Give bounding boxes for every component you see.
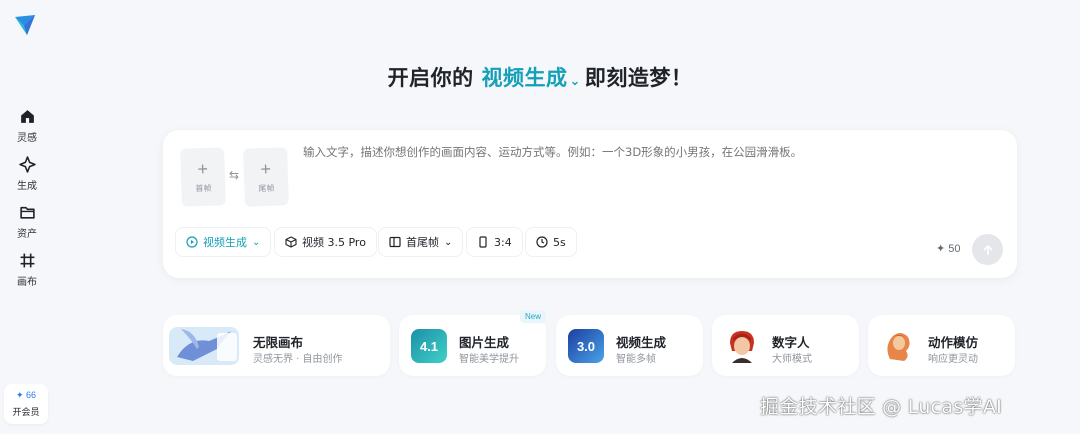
credit-cost-value: 50: [948, 243, 961, 255]
pegasus-thumbnail: [169, 327, 239, 365]
image-gen-version: 4.1: [419, 338, 439, 354]
mode-selector[interactable]: 视频生成: [481, 66, 567, 90]
first-frame-label: 首帧: [195, 183, 212, 194]
card-title: 图片生成: [459, 335, 510, 350]
sidebar-item-generate[interactable]: 生成: [4, 156, 50, 196]
video-gen-thumbnail: 3.0: [568, 329, 604, 363]
chevron-down-icon[interactable]: ⌄: [569, 74, 580, 89]
watermark: 掘金技术社区 @ Lucas学AI: [760, 396, 1003, 418]
mode-dropdown-label: 视频生成: [203, 236, 247, 249]
last-frame-upload[interactable]: + 尾帧: [243, 147, 289, 207]
card-subtitle: 大师模式: [772, 354, 812, 365]
card-title: 数字人: [772, 335, 810, 350]
sparkle-icon: [18, 156, 36, 173]
frames-dropdown-label: 首尾帧: [406, 236, 439, 249]
sidebar-item-label: 灵感: [17, 133, 37, 144]
new-badge: New: [520, 310, 547, 323]
card-subtitle: 智能多帧: [616, 354, 656, 365]
duration-label: 5s: [553, 235, 566, 249]
first-frame-upload[interactable]: + 首帧: [180, 147, 226, 207]
mode-dropdown[interactable]: 视频生成 ⌄: [175, 227, 272, 257]
sidebar-item-inspiration[interactable]: 灵感: [4, 108, 50, 148]
video-gen-version: 3.0: [576, 338, 596, 354]
prompt-composer: + 首帧 ⇆ + 尾帧 视频生成 ⌄ 视频 3.5 Pro 首尾帧 ⌄ 3:4 …: [163, 130, 1017, 278]
digital-human-thumbnail: [730, 331, 754, 363]
credit-cost: ✦ 50: [936, 242, 961, 255]
folder-icon: [19, 206, 35, 219]
phone-ratio-icon: [479, 236, 487, 248]
prompt-input[interactable]: [303, 145, 993, 159]
canvas-icon: [20, 253, 34, 268]
sidebar-item-label: 生成: [17, 181, 37, 192]
image-gen-thumbnail: 4.1: [411, 329, 447, 363]
motion-mimic-thumbnail: [887, 333, 910, 361]
model-selector-label: 视频 3.5 Pro: [302, 236, 366, 249]
sidebar-item-label: 画布: [17, 277, 37, 288]
credit-icon: ✦: [936, 243, 946, 255]
video-mode-icon: [186, 236, 198, 248]
page-title: 开启你的 视频生成 ⌄ 即刻造梦！: [0, 62, 1080, 92]
membership-button[interactable]: ✦ 66 开会员: [4, 384, 48, 424]
frames-dropdown[interactable]: 首尾帧 ⌄: [378, 227, 464, 257]
sidebar-item-canvas[interactable]: 画布: [4, 252, 50, 292]
card-title: 视频生成: [616, 335, 667, 350]
clock-icon: [536, 236, 548, 248]
feature-card-video-gen[interactable]: 3.0 视频生成 智能多帧: [556, 315, 703, 376]
feature-card-infinite-canvas[interactable]: 无限画布 灵感无界 · 自由创作: [163, 315, 390, 376]
home-icon: [20, 110, 34, 123]
feature-card-image-gen[interactable]: New 4.1 图片生成 智能美学提升: [399, 310, 547, 376]
duration-selector[interactable]: 5s: [525, 227, 577, 257]
model-selector[interactable]: 视频 3.5 Pro: [274, 227, 377, 257]
sidebar-item-label: 资产: [17, 229, 37, 240]
feature-card-digital-human[interactable]: 数字人 大师模式: [712, 315, 859, 376]
swap-icon[interactable]: ⇆: [229, 168, 239, 182]
send-button[interactable]: [972, 234, 1003, 265]
card-subtitle: 智能美学提升: [459, 354, 519, 365]
arrow-up-icon: [983, 244, 992, 255]
aspect-ratio-label: 3:4: [494, 235, 512, 249]
plus-icon: +: [197, 158, 209, 180]
card-subtitle: 响应更灵动: [928, 354, 978, 365]
card-title: 无限画布: [253, 335, 304, 350]
sidebar-item-assets[interactable]: 资产: [4, 204, 50, 244]
member-label: 开会员: [12, 407, 40, 417]
aspect-ratio-selector[interactable]: 3:4: [466, 227, 523, 257]
frames-icon: [389, 236, 401, 248]
cube-icon: [285, 236, 297, 248]
feature-card-motion-mimic[interactable]: 动作模仿 响应更灵动: [868, 315, 1015, 376]
last-frame-label: 尾帧: [258, 183, 275, 194]
member-credit-count: ✦ 66: [15, 390, 37, 400]
card-title: 动作模仿: [928, 335, 979, 350]
logo-icon[interactable]: [13, 13, 37, 37]
plus-icon: +: [260, 158, 272, 180]
chevron-down-icon: ⌄: [252, 236, 261, 248]
title-suffix: 即刻造梦！: [584, 66, 693, 90]
title-prefix: 开启你的: [387, 66, 474, 90]
card-subtitle: 灵感无界 · 自由创作: [253, 354, 343, 365]
chevron-down-icon: ⌄: [444, 236, 453, 248]
